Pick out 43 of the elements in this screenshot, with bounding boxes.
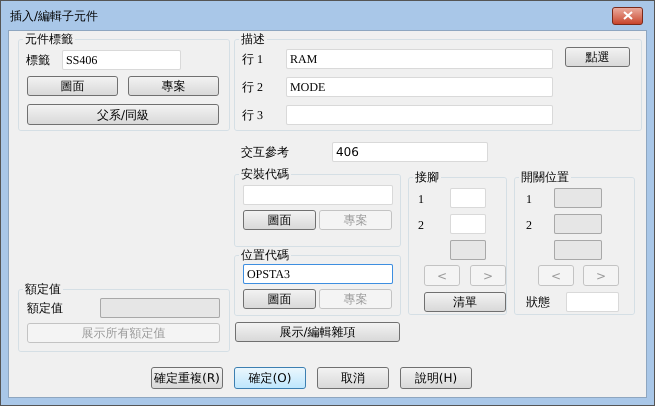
button[interactable]: 父系/同級 — [27, 104, 219, 125]
button[interactable]: 確定重複(R) — [151, 367, 223, 389]
text-field[interactable] — [243, 185, 393, 205]
close-button[interactable] — [612, 6, 643, 24]
button[interactable]: 確定(O) — [234, 367, 306, 389]
field-label: 標籤 — [26, 54, 50, 66]
field-label: 行 1 — [242, 51, 264, 68]
text-field[interactable]: OPSTA3 — [243, 264, 393, 284]
text-field[interactable]: SS406 — [62, 50, 181, 70]
button[interactable]: 取消 — [317, 367, 389, 389]
field-label: 2 — [418, 218, 424, 232]
field-label: 1 — [418, 192, 424, 206]
field-label: 1 — [526, 192, 532, 206]
group-title: 元件標籤 — [24, 32, 74, 46]
button[interactable]: 點選 — [565, 47, 630, 67]
text-field[interactable]: RAM — [286, 49, 553, 69]
field-label: 2 — [526, 218, 532, 232]
text-field[interactable]: MODE — [286, 77, 553, 97]
field-label: 額定值 — [27, 302, 63, 314]
button[interactable]: 圖面 — [27, 76, 118, 96]
button[interactable]: 圖面 — [243, 289, 316, 309]
group-title: 開關位置 — [520, 170, 570, 184]
field-label: 交互參考 — [241, 146, 290, 158]
group-title: 安裝代碼 — [240, 167, 290, 181]
text-field[interactable] — [286, 105, 553, 125]
group-title: 接腳 — [414, 170, 440, 184]
button[interactable]: 清單 — [424, 292, 506, 312]
button[interactable]: 說明(H) — [400, 367, 472, 389]
window-title: 插入/編輯子元件 — [10, 8, 98, 24]
text-field[interactable] — [450, 214, 486, 234]
text-field[interactable] — [450, 188, 486, 208]
text-field[interactable] — [566, 292, 619, 312]
group-title: 位置代碼 — [240, 248, 290, 262]
group-title: 額定值 — [24, 282, 62, 296]
close-icon — [622, 11, 632, 20]
text-field[interactable]: 406 — [332, 142, 488, 162]
field-label: 行 3 — [242, 107, 264, 124]
button[interactable]: 展示/編輯雜項 — [235, 322, 400, 342]
group-title: 描述 — [240, 32, 266, 46]
field-label: 狀態 — [526, 296, 551, 308]
field-label: 行 2 — [242, 79, 264, 96]
button[interactable]: 專案 — [128, 76, 219, 96]
button[interactable]: 圖面 — [243, 210, 316, 230]
